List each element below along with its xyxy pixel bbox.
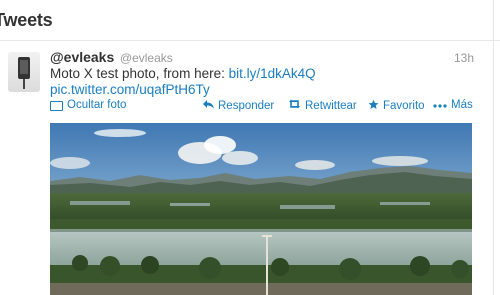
user-handle[interactable]: @evleaks <box>120 51 173 65</box>
hide-photo-label: Ocultar foto <box>67 99 127 111</box>
timeline-header: Tweets <box>0 0 500 41</box>
reply-arrow-icon <box>203 99 214 112</box>
landscape-photo <box>50 123 472 295</box>
favorite-label: Favorito <box>383 100 425 112</box>
tweet-link-pic[interactable]: pic.twitter.com/uqafPtH6Ty <box>50 82 210 97</box>
retweet-icon <box>288 99 301 112</box>
phone-screen <box>20 60 28 74</box>
reply-button[interactable]: Responder <box>203 99 274 112</box>
star-icon <box>368 99 379 113</box>
favorite-button[interactable]: Favorito <box>368 99 425 113</box>
more-label: Más <box>451 99 473 111</box>
page-title: Tweets <box>0 10 53 30</box>
tweet-photo[interactable] <box>50 123 472 295</box>
tweet-link-bitly[interactable]: bit.ly/1dkAk4Q <box>229 66 316 81</box>
tweet-actions: Ocultar foto Responder Retwittear Favori… <box>48 99 478 115</box>
photo-icon <box>50 101 63 111</box>
timeline-border <box>493 0 494 295</box>
tweet-text: Moto X test photo, from here: bit.ly/1dk… <box>50 66 470 98</box>
more-button[interactable]: Más <box>433 99 473 111</box>
tweet-timestamp[interactable]: 13h <box>454 51 474 65</box>
hide-photo-button[interactable]: Ocultar foto <box>50 99 126 111</box>
display-name[interactable]: @evleaks <box>50 49 114 65</box>
retweet-button[interactable]: Retwittear <box>288 99 357 112</box>
retweet-label: Retwittear <box>305 99 357 112</box>
tweet-header: @evleaks @evleaks <box>50 49 173 65</box>
ellipsis-icon <box>433 99 447 111</box>
tweet-text-prefix: Moto X test photo, from here: <box>50 66 229 81</box>
phone-cable <box>23 79 25 89</box>
reply-label: Responder <box>218 99 275 112</box>
avatar[interactable] <box>8 52 40 92</box>
